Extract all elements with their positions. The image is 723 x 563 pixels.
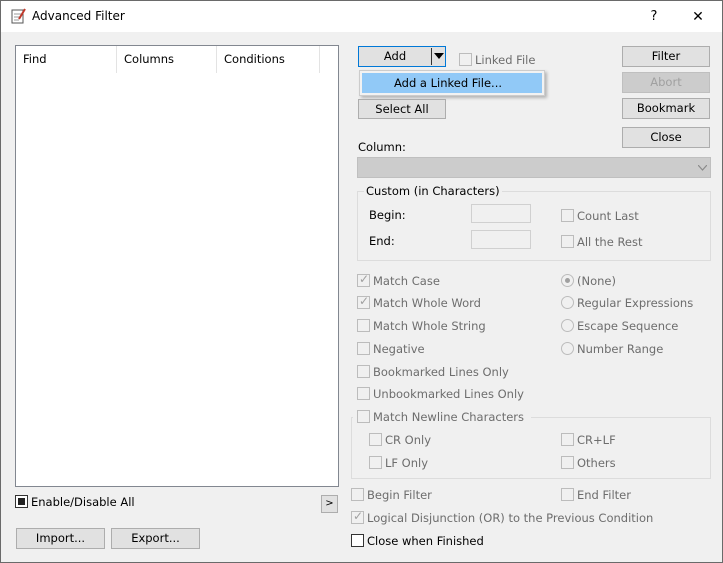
match-case-label: Match Case [373, 274, 440, 288]
column-header-conditions[interactable]: Conditions [217, 46, 320, 73]
add-button-label: Add [383, 49, 407, 63]
end-input[interactable] [471, 230, 531, 249]
app-notepad-icon [11, 8, 26, 24]
others-label: Others [577, 456, 616, 470]
bookmark-button[interactable]: Bookmark [622, 98, 710, 119]
begin-label: Begin: [369, 208, 406, 222]
close-window-button[interactable]: ✕ [681, 4, 715, 30]
chevron-down-icon[interactable] [434, 53, 444, 60]
select-all-button[interactable]: Select All [358, 99, 446, 119]
match-whole-string-checkbox[interactable] [357, 319, 370, 332]
export-button[interactable]: Export... [111, 528, 200, 549]
linked-file-checkbox[interactable] [459, 53, 472, 66]
logical-or-label: Logical Disjunction (OR) to the Previous… [367, 511, 654, 525]
import-button[interactable]: Import... [16, 528, 105, 549]
crlf-checkbox[interactable] [561, 433, 574, 446]
add-dropdown-menu: Add a Linked File... [359, 70, 545, 96]
begin-filter-checkbox[interactable] [351, 488, 364, 501]
match-whole-word-checkbox[interactable] [357, 294, 370, 309]
chevron-down-icon [698, 165, 707, 171]
number-range-label: Number Range [577, 342, 664, 356]
end-filter-label: End Filter [577, 488, 631, 502]
all-the-rest-label: All the Rest [577, 235, 643, 249]
negative-label: Negative [373, 342, 425, 356]
bookmarked-lines-only-checkbox[interactable] [357, 365, 370, 378]
all-the-rest-checkbox[interactable] [561, 235, 574, 248]
close-button[interactable]: Close [622, 127, 710, 148]
cr-only-checkbox[interactable] [369, 433, 382, 446]
custom-group-title: Custom (in Characters) [364, 184, 502, 198]
split-divider [431, 48, 432, 65]
regular-expressions-radio[interactable] [561, 296, 574, 309]
column-combobox[interactable] [357, 157, 711, 178]
close-when-finished-label: Close when Finished [367, 534, 484, 548]
match-case-checkbox[interactable] [357, 272, 370, 287]
abort-button[interactable]: Abort [622, 72, 710, 93]
match-newline-checkbox[interactable] [357, 410, 370, 423]
match-whole-word-label: Match Whole Word [373, 296, 481, 310]
filter-button[interactable]: Filter [622, 46, 710, 67]
begin-filter-label: Begin Filter [367, 488, 432, 502]
lf-only-label: LF Only [385, 456, 429, 470]
none-radio-label: (None) [577, 274, 616, 288]
unbookmarked-lines-only-label: Unbookmarked Lines Only [373, 387, 524, 401]
end-label: End: [369, 234, 395, 248]
column-header-columns[interactable]: Columns [117, 46, 217, 73]
close-when-finished-checkbox[interactable] [351, 534, 364, 547]
add-split-button[interactable]: Add [358, 46, 446, 67]
logical-or-checkbox[interactable] [351, 509, 364, 524]
number-range-radio[interactable] [561, 342, 574, 355]
conditions-list[interactable]: Find Columns Conditions [15, 45, 339, 487]
title-bar: Advanced Filter ? ✕ [1, 1, 722, 32]
negative-checkbox[interactable] [357, 342, 370, 355]
none-radio[interactable] [561, 274, 574, 287]
custom-group [357, 191, 711, 261]
more-button[interactable]: > [321, 495, 338, 513]
newline-group-title: Match Newline Characters [353, 409, 531, 425]
cr-only-label: CR Only [385, 433, 432, 447]
escape-sequence-radio[interactable] [561, 319, 574, 332]
bookmarked-lines-only-label: Bookmarked Lines Only [373, 365, 509, 379]
regular-expressions-label: Regular Expressions [577, 296, 694, 310]
linked-file-label: Linked File [475, 53, 536, 67]
column-header-find[interactable]: Find [16, 46, 117, 73]
count-last-checkbox[interactable] [561, 209, 574, 222]
begin-input[interactable] [471, 204, 531, 223]
help-button[interactable]: ? [637, 4, 671, 30]
match-newline-label: Match Newline Characters [373, 410, 525, 424]
crlf-label: CR+LF [577, 433, 616, 447]
lf-only-checkbox[interactable] [369, 456, 382, 469]
count-last-label: Count Last [577, 209, 639, 223]
window-title: Advanced Filter [32, 9, 125, 23]
menu-item-add-linked-file[interactable]: Add a Linked File... [362, 73, 542, 93]
escape-sequence-label: Escape Sequence [577, 319, 679, 333]
match-whole-string-label: Match Whole String [373, 319, 486, 333]
enable-disable-all-checkbox[interactable] [15, 495, 28, 508]
end-filter-checkbox[interactable] [561, 488, 574, 501]
others-checkbox[interactable] [561, 456, 574, 469]
column-label: Column: [358, 140, 406, 154]
advanced-filter-dialog: Advanced Filter ? ✕ Find Columns Conditi… [0, 0, 723, 563]
enable-disable-all-label: Enable/Disable All [31, 495, 135, 509]
unbookmarked-lines-only-checkbox[interactable] [357, 387, 370, 400]
